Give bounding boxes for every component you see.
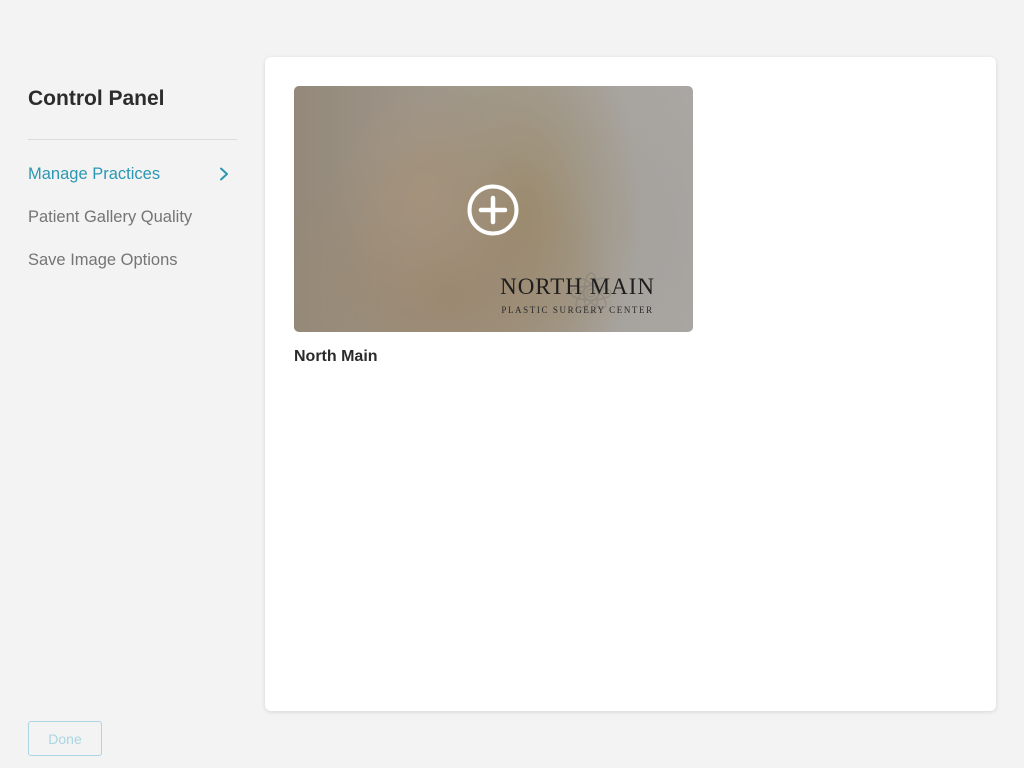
sidebar-item-label: Patient Gallery Quality bbox=[28, 208, 193, 226]
sidebar-item-patient-gallery-quality[interactable]: Patient Gallery Quality bbox=[28, 203, 237, 246]
practice-card[interactable]: NORTH MAIN PLASTIC SURGERY CENTER bbox=[294, 86, 693, 332]
sidebar-item-label: Save Image Options bbox=[28, 251, 178, 269]
sidebar-item-save-image-options[interactable]: Save Image Options bbox=[28, 246, 237, 289]
done-button[interactable]: Done bbox=[28, 721, 102, 756]
practice-cover-image: NORTH MAIN PLASTIC SURGERY CENTER bbox=[294, 86, 693, 332]
logo-subtitle: PLASTIC SURGERY CENTER bbox=[501, 305, 654, 315]
practice-logo: NORTH MAIN PLASTIC SURGERY CENTER bbox=[500, 274, 655, 315]
sidebar-item-manage-practices[interactable]: Manage Practices bbox=[28, 160, 237, 203]
sidebar-nav: Manage Practices Patient Gallery Quality… bbox=[28, 160, 237, 289]
sidebar-title: Control Panel bbox=[28, 87, 165, 110]
control-panel-screen: Control Panel Manage Practices Patient G… bbox=[0, 0, 1024, 768]
plus-circle-icon[interactable] bbox=[466, 183, 520, 237]
sidebar-item-label: Manage Practices bbox=[28, 165, 161, 183]
chevron-right-icon bbox=[220, 167, 228, 181]
sidebar-divider bbox=[28, 139, 237, 140]
practice-name: North Main bbox=[294, 348, 378, 365]
practices-panel: NORTH MAIN PLASTIC SURGERY CENTER North … bbox=[265, 57, 996, 711]
logo-title: NORTH MAIN bbox=[500, 274, 655, 299]
sidebar: Control Panel Manage Practices Patient G… bbox=[28, 84, 237, 289]
